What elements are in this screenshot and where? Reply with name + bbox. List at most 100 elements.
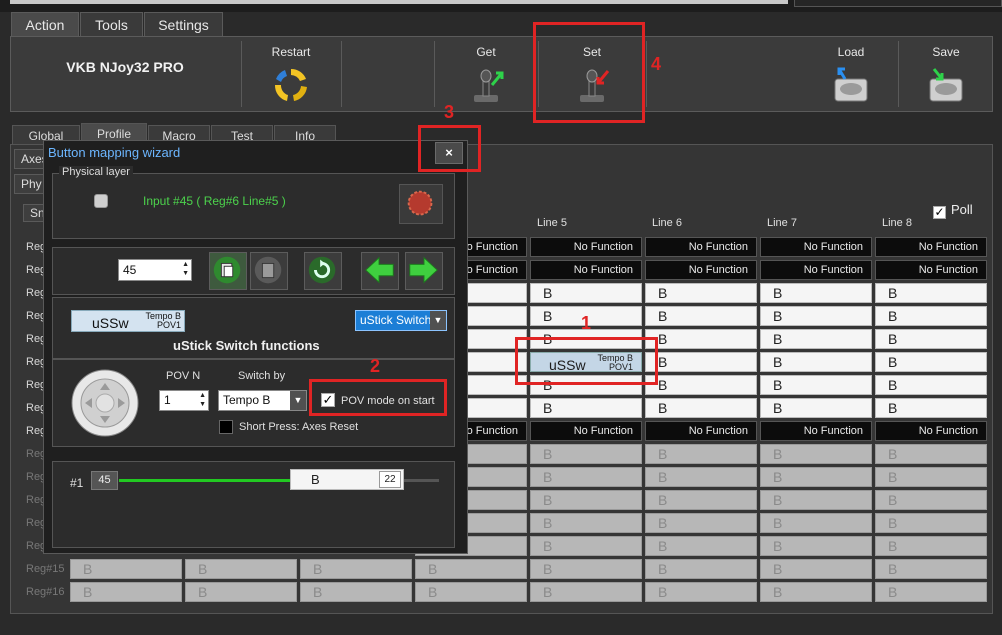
grid-cell-button[interactable]: B: [760, 329, 872, 349]
switch-by-value: Tempo B: [223, 393, 271, 407]
grid-cell-no-function[interactable]: No Function: [760, 237, 872, 257]
tab-tools[interactable]: Tools: [80, 12, 143, 37]
grid-cell-button[interactable]: B: [875, 490, 987, 510]
grid-cell-button[interactable]: B: [645, 283, 757, 303]
grid-cell-no-function[interactable]: No Function: [645, 260, 757, 280]
grid-cell-no-function[interactable]: No Function: [875, 237, 987, 257]
grid-cell-button[interactable]: B: [875, 582, 987, 602]
input-number-spinner[interactable]: 45 ▲ ▼: [118, 259, 192, 281]
grid-cell-button[interactable]: B: [760, 352, 872, 372]
grid-cell-button[interactable]: B: [875, 559, 987, 579]
physical-layer-label: Physical layer: [59, 166, 133, 178]
grid-cell-button[interactable]: B: [760, 559, 872, 579]
grid-cell-no-function[interactable]: No Function: [645, 421, 757, 441]
grid-cell-button[interactable]: B: [530, 582, 642, 602]
grid-cell-button[interactable]: B: [645, 329, 757, 349]
load-button[interactable]: Load: [803, 37, 899, 111]
grid-cell-no-function[interactable]: No Function: [530, 237, 642, 257]
grid-cell-button[interactable]: B: [875, 329, 987, 349]
grid-cell-no-function[interactable]: No Function: [760, 421, 872, 441]
grid-cell-button[interactable]: B: [760, 306, 872, 326]
tab-settings[interactable]: Settings: [144, 12, 223, 37]
grid-cell-button[interactable]: B: [185, 582, 297, 602]
grid-cell-button[interactable]: B: [760, 375, 872, 395]
grid-cell-no-function[interactable]: No Function: [875, 421, 987, 441]
previous-button[interactable]: [361, 252, 399, 290]
grid-cell-button[interactable]: B: [875, 283, 987, 303]
grid-cell-button[interactable]: B: [760, 398, 872, 418]
grid-cell-button[interactable]: B: [875, 536, 987, 556]
next-button[interactable]: [405, 252, 443, 290]
grid-cell-button[interactable]: B: [70, 582, 182, 602]
grid-cell-button[interactable]: B: [185, 559, 297, 579]
grid-cell-button[interactable]: B: [645, 582, 757, 602]
grid-cell-button[interactable]: B: [530, 513, 642, 533]
refresh-button[interactable]: [304, 252, 342, 290]
paste-button[interactable]: [250, 252, 288, 290]
grid-cell-button[interactable]: B: [645, 375, 757, 395]
switch-by-select[interactable]: Tempo B ▼: [218, 390, 307, 411]
grid-cell-button[interactable]: B: [645, 490, 757, 510]
grid-cell-no-function[interactable]: No Function: [645, 237, 757, 257]
function-select[interactable]: uStick Switch ▼: [355, 310, 447, 331]
grid-cell-button[interactable]: B: [70, 559, 182, 579]
grid-cell-button[interactable]: B: [645, 536, 757, 556]
grid-cell-button[interactable]: B: [530, 398, 642, 418]
arrow-left-icon: [365, 256, 394, 284]
grid-cell-button[interactable]: B: [760, 467, 872, 487]
grid-cell-button[interactable]: B: [875, 467, 987, 487]
grid-cell-button[interactable]: B: [530, 467, 642, 487]
grid-cell-button[interactable]: B: [645, 398, 757, 418]
grid-cell-button[interactable]: B: [760, 536, 872, 556]
grid-cell-button[interactable]: B: [875, 375, 987, 395]
grid-cell-button[interactable]: B: [875, 513, 987, 533]
ussw-preview: uSSw Tempo B POV1: [71, 310, 185, 332]
grid-cell-button[interactable]: B: [875, 444, 987, 464]
grid-cell-button[interactable]: B: [760, 513, 872, 533]
copy-button[interactable]: [209, 252, 247, 290]
grid-cell-no-function[interactable]: No Function: [530, 421, 642, 441]
grid-cell-button[interactable]: B: [530, 444, 642, 464]
grid-cell-button[interactable]: B: [760, 444, 872, 464]
grid-cell-button[interactable]: B: [645, 467, 757, 487]
grid-cell-button[interactable]: B: [875, 398, 987, 418]
save-disk-icon: [929, 68, 963, 102]
grid-cell-button[interactable]: B: [760, 582, 872, 602]
grid-cell-button[interactable]: B: [760, 490, 872, 510]
ussw-preview-tag-bottom: POV1: [156, 320, 181, 330]
grid-cell-button[interactable]: B: [530, 283, 642, 303]
grid-cell-no-function[interactable]: No Function: [875, 260, 987, 280]
grid-cell-button[interactable]: B: [530, 536, 642, 556]
arrow-right-icon: [409, 256, 438, 284]
grid-cell-button[interactable]: B: [645, 306, 757, 326]
get-button[interactable]: Get: [434, 37, 538, 111]
grid-cell-no-function[interactable]: No Function: [530, 260, 642, 280]
poll-label: Poll: [951, 202, 973, 217]
grid-cell-no-function[interactable]: No Function: [760, 260, 872, 280]
tab-action[interactable]: Action: [11, 12, 79, 37]
column-header: Line 6: [652, 217, 682, 229]
grid-cell-button[interactable]: B: [300, 559, 412, 579]
restart-button[interactable]: Restart: [241, 37, 341, 111]
annotation-number-1: 1: [581, 313, 592, 333]
short-press-checkbox[interactable]: [219, 420, 233, 434]
poll-checkbox[interactable]: ✓ Poll: [933, 202, 973, 219]
grid-cell-button[interactable]: B: [875, 306, 987, 326]
reset-indicator-button[interactable]: [399, 184, 443, 224]
grid-cell-button[interactable]: B: [645, 352, 757, 372]
grid-cell-button[interactable]: B: [530, 559, 642, 579]
slider-end-value: 22: [379, 471, 401, 488]
grid-cell-button[interactable]: B: [415, 582, 527, 602]
pov-n-spinner[interactable]: 1 ▲ ▼: [159, 390, 209, 411]
grid-cell-button[interactable]: B: [645, 559, 757, 579]
grid-cell-button[interactable]: B: [875, 352, 987, 372]
grid-cell-button[interactable]: B: [760, 283, 872, 303]
save-button[interactable]: Save: [899, 37, 993, 111]
grid-cell-button[interactable]: B: [530, 490, 642, 510]
grid-cell-button[interactable]: B: [645, 444, 757, 464]
spinner-arrows-icon: ▲ ▼: [182, 261, 189, 277]
slider-thumb[interactable]: B 22: [290, 469, 404, 490]
grid-cell-button[interactable]: B: [300, 582, 412, 602]
grid-cell-button[interactable]: B: [645, 513, 757, 533]
grid-cell-button[interactable]: B: [415, 559, 527, 579]
